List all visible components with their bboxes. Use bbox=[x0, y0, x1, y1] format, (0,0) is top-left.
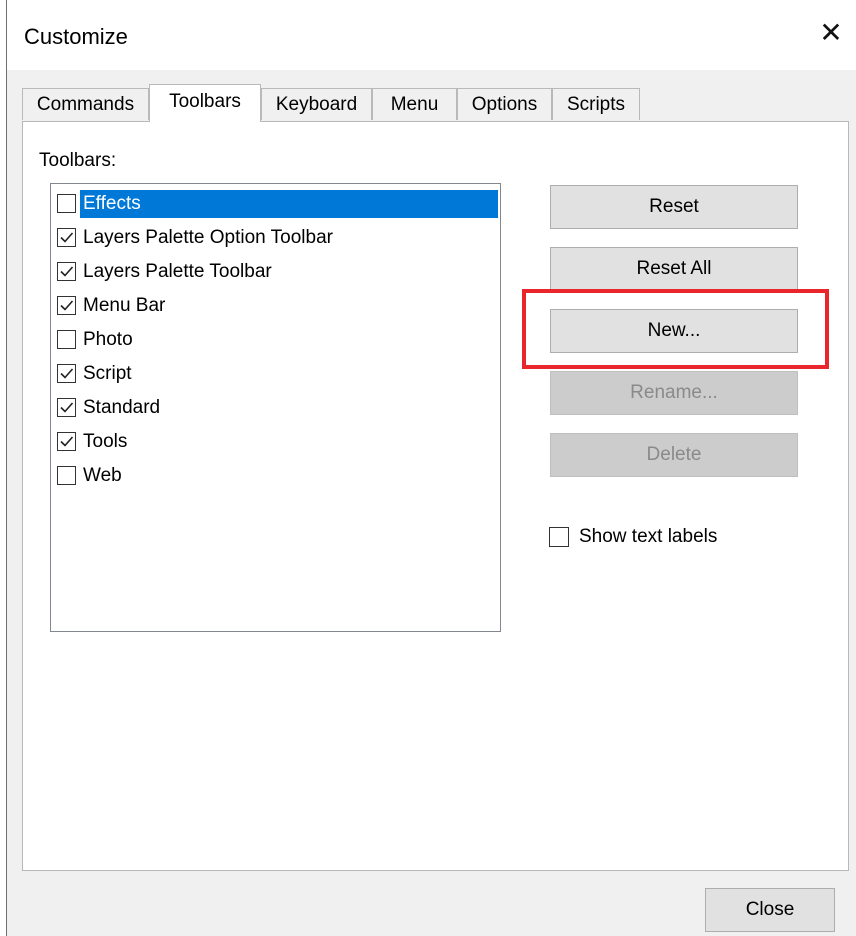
list-item[interactable]: Menu Bar bbox=[56, 290, 498, 323]
list-item-label: Tools bbox=[83, 431, 128, 452]
reset-all-button[interactable]: Reset All bbox=[550, 247, 798, 291]
list-item-label: Layers Palette Option Toolbar bbox=[83, 227, 333, 248]
checkbox-checked[interactable] bbox=[57, 364, 76, 383]
reset-button[interactable]: Reset bbox=[550, 185, 798, 229]
list-item[interactable]: Tools bbox=[56, 426, 498, 459]
close-icon[interactable]: ✕ bbox=[816, 18, 846, 48]
checkmark-icon bbox=[60, 368, 74, 379]
toolbars-panel: Toolbars: Effects Layers Palette Option … bbox=[22, 121, 849, 871]
list-item-label: Standard bbox=[83, 397, 161, 418]
checkbox-checked[interactable] bbox=[57, 262, 76, 281]
list-item[interactable]: Photo bbox=[56, 324, 498, 357]
window-edge bbox=[0, 0, 7, 936]
list-item-label: Layers Palette Toolbar bbox=[83, 261, 272, 282]
list-item[interactable]: Effects bbox=[56, 188, 498, 221]
checkmark-icon bbox=[60, 402, 74, 413]
rename-button: Rename... bbox=[550, 371, 798, 415]
list-item[interactable]: Layers Palette Option Toolbar bbox=[56, 222, 498, 255]
list-item[interactable]: Web bbox=[56, 460, 498, 493]
tab-options[interactable]: Options bbox=[457, 88, 552, 120]
close-button[interactable]: Close bbox=[705, 888, 835, 932]
checkbox-checked[interactable] bbox=[57, 398, 76, 417]
list-item-label: Script bbox=[83, 363, 132, 384]
toolbars-list-label: Toolbars: bbox=[39, 150, 117, 171]
new-button[interactable]: New... bbox=[550, 309, 798, 353]
checkmark-icon bbox=[60, 266, 74, 277]
checkmark-icon bbox=[60, 436, 74, 447]
checkbox-unchecked[interactable] bbox=[57, 466, 76, 485]
list-item-label: Web bbox=[83, 465, 122, 486]
tab-scripts[interactable]: Scripts bbox=[552, 88, 640, 120]
tab-menu[interactable]: Menu bbox=[372, 88, 457, 120]
checkmark-icon bbox=[60, 232, 74, 243]
checkbox-checked[interactable] bbox=[57, 432, 76, 451]
checkbox-checked[interactable] bbox=[57, 296, 76, 315]
checkbox-checked[interactable] bbox=[57, 228, 76, 247]
toolbars-listbox[interactable]: Effects Layers Palette Option Toolbar La… bbox=[50, 183, 501, 632]
list-item-label: Menu Bar bbox=[83, 295, 166, 316]
dialog-title: Customize bbox=[24, 24, 128, 49]
tab-keyboard[interactable]: Keyboard bbox=[261, 88, 372, 120]
tab-toolbars[interactable]: Toolbars bbox=[149, 84, 261, 122]
checkbox-unchecked[interactable] bbox=[57, 330, 76, 349]
title-bar: Customize ✕ bbox=[7, 0, 856, 70]
checkbox-unchecked[interactable] bbox=[57, 194, 76, 213]
list-item-label: Effects bbox=[80, 190, 498, 218]
show-text-labels-checkbox[interactable] bbox=[549, 527, 569, 547]
list-item[interactable]: Script bbox=[56, 358, 498, 391]
list-item[interactable]: Standard bbox=[56, 392, 498, 425]
list-item-label: Photo bbox=[83, 329, 133, 350]
list-item[interactable]: Layers Palette Toolbar bbox=[56, 256, 498, 289]
checkmark-icon bbox=[60, 300, 74, 311]
tab-commands[interactable]: Commands bbox=[22, 88, 149, 120]
delete-button: Delete bbox=[550, 433, 798, 477]
customize-dialog: Customize ✕ Commands Toolbars Keyboard M… bbox=[0, 0, 856, 936]
show-text-labels-label: Show text labels bbox=[579, 526, 718, 547]
